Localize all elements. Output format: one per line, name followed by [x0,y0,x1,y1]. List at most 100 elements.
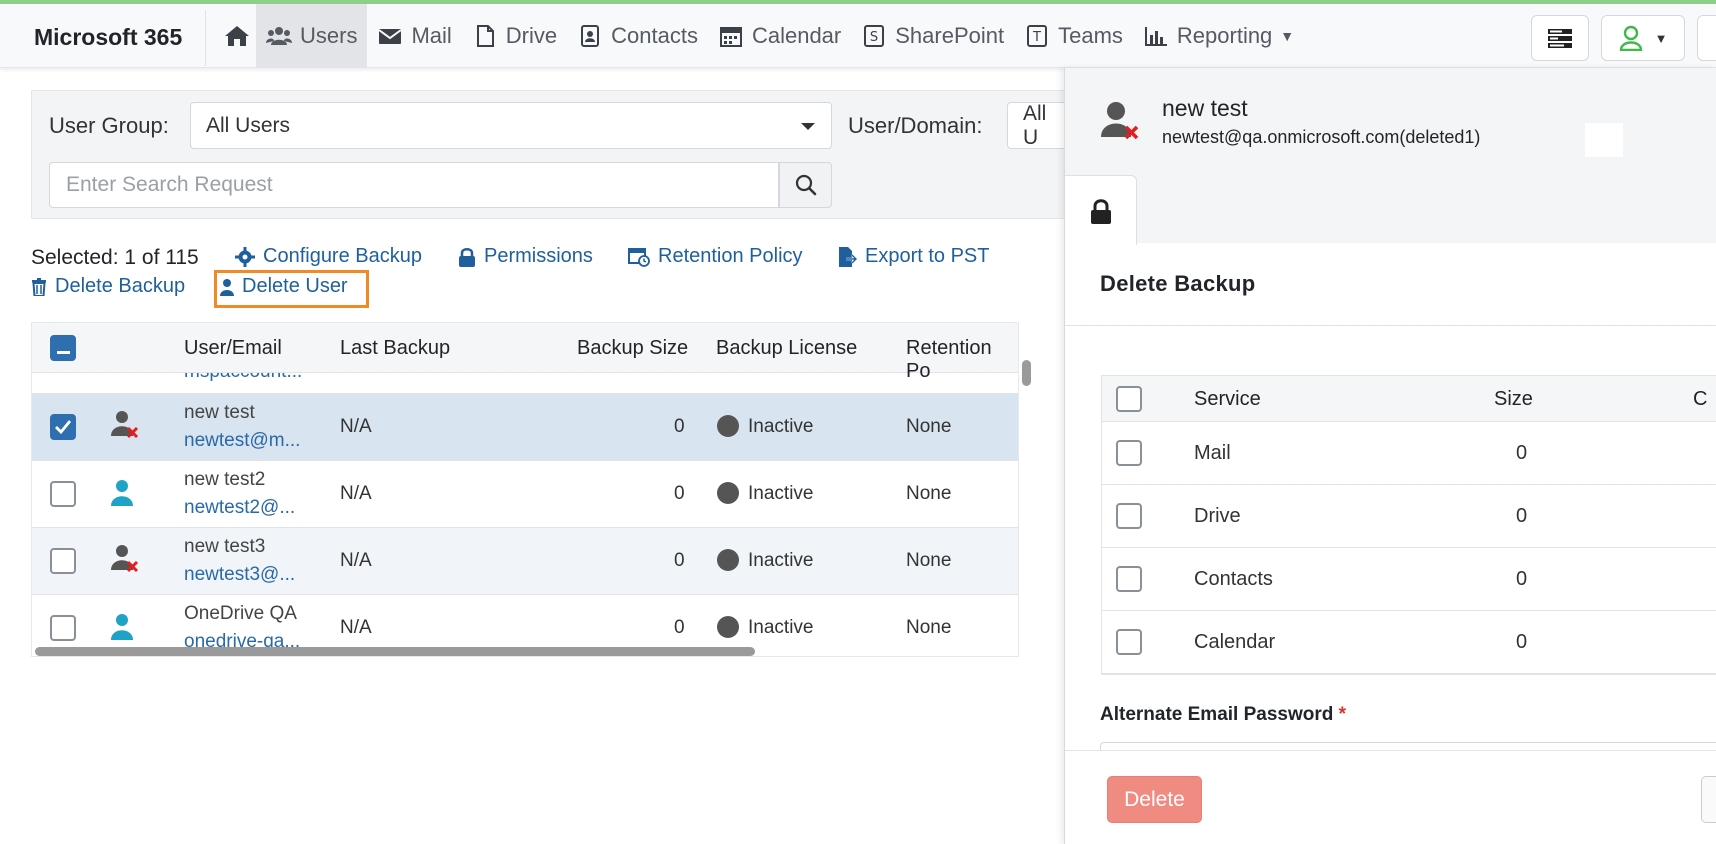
select-all-checkbox[interactable] [50,335,76,361]
col-user-email[interactable]: User/Email [184,337,282,360]
svg-text:T: T [1032,30,1041,45]
row-license: Inactive [748,550,814,571]
table-row[interactable]: new test2 newtest2@... N/A 0 Inactive No… [32,461,1018,528]
nav-menu: Users Mail Drive Contacts Calendar S Sha… [218,4,1304,68]
trash-icon [31,277,47,296]
server-status-button[interactable] [1531,15,1589,61]
bar-chart-icon [1144,27,1167,46]
delete-button[interactable]: Delete [1107,776,1202,823]
delete-backup-link[interactable]: Delete Backup [31,275,185,298]
configure-backup-label: Configure Backup [263,245,422,267]
table-row[interactable]: new test3 newtest3@... N/A 0 Inactive No… [32,528,1018,595]
search-button[interactable] [779,162,832,208]
row-retention: None [906,617,952,638]
service-name: Contacts [1194,568,1273,590]
row-name: new test3 [184,536,266,557]
col-last-backup[interactable]: Last Backup [340,337,450,360]
row-checkbox[interactable] [50,615,76,641]
status-dot-icon [717,616,739,638]
row-license: Inactive [748,483,814,504]
nav-reporting[interactable]: Reporting ▼ [1133,4,1304,68]
export-to-pst-link[interactable]: Export to PST [837,245,990,268]
panel-user-name: new test [1162,95,1248,121]
configure-backup-link[interactable]: Configure Backup [235,245,422,268]
nav-contacts[interactable]: Contacts [567,4,708,68]
service-row[interactable]: Drive 0 [1102,485,1716,548]
service-size: 0 [1516,442,1528,464]
service-checkbox[interactable] [1116,440,1142,466]
nav-reporting-label: Reporting [1176,23,1273,48]
service-row[interactable]: Calendar 0 [1102,611,1716,674]
row-name: OneDrive QA [184,603,297,624]
deleted-user-icon [1101,102,1139,140]
services-select-all-checkbox[interactable] [1116,386,1142,412]
row-backup-size: 0 [674,416,685,437]
row-checkbox[interactable] [50,548,76,574]
vertical-scrollbar[interactable] [1022,360,1031,386]
service-row[interactable]: Mail 0 [1102,422,1716,485]
nav-contacts-label: Contacts [611,23,698,48]
row-email[interactable]: newtest2@... [184,497,295,519]
service-checkbox[interactable] [1116,629,1142,655]
permissions-link[interactable]: Permissions [458,245,593,268]
home-icon [225,26,249,46]
deleted-user-icon [111,545,139,573]
row-email[interactable]: mspaccount... [184,373,302,383]
delete-backup-label: Delete Backup [55,275,186,297]
lock-icon [458,247,476,267]
account-menu-button[interactable]: ▼ [1601,15,1685,61]
service-row[interactable]: Contacts 0 [1102,548,1716,611]
panel-header: new test newtest@qa.onmicrosoft.com(dele… [1065,68,1716,245]
export-file-icon [837,246,857,268]
user-group-select[interactable]: All Users [190,102,832,149]
nav-sharepoint-label: SharePoint [895,23,1005,48]
nav-drive[interactable]: Drive [462,4,567,68]
row-checkbox[interactable] [50,414,76,440]
retention-policy-link[interactable]: Retention Policy [628,245,803,268]
nav-teams-label: Teams [1058,23,1123,48]
panel-title: Delete Backup [1100,271,1256,296]
table-header: User/Email Last Backup Backup Size Backu… [32,323,1018,382]
cancel-button[interactable] [1701,776,1716,823]
tab-lock[interactable] [1065,175,1137,245]
row-backup-size: 0 [674,617,685,638]
alt-email-password-text: Alternate Email Password [1100,704,1334,725]
server-icon [1548,29,1572,48]
service-checkbox[interactable] [1116,503,1142,529]
nav-users[interactable]: Users [256,4,368,68]
brand-title[interactable]: Microsoft 365 [34,24,182,51]
user-domain-select[interactable]: All U [1007,102,1067,149]
row-checkbox[interactable] [50,481,76,507]
permissions-label: Permissions [484,245,593,267]
horizontal-scrollbar[interactable] [35,647,755,656]
row-name: new test [184,402,255,423]
calendar-icon [719,27,742,47]
service-size: 0 [1516,505,1528,527]
nav-mail[interactable]: Mail [367,4,461,68]
nav-users-label: Users [300,23,358,48]
user-group-value: All Users [206,113,291,137]
nav-sharepoint[interactable]: S SharePoint [851,4,1014,68]
table-row[interactable]: new test newtest@m... N/A 0 Inactive Non… [32,394,1018,461]
status-dot-icon [717,482,739,504]
more-button[interactable] [1697,15,1716,61]
row-email[interactable]: newtest@m... [184,430,300,452]
service-checkbox[interactable] [1116,566,1142,592]
caret-down-icon: ▼ [1280,28,1295,44]
row-backup-size: 0 [674,550,685,571]
search-input[interactable]: Enter Search Request [49,162,779,208]
user-icon [111,480,133,506]
col-backup-license[interactable]: Backup License [716,337,857,360]
delete-backup-panel: new test newtest@qa.onmicrosoft.com(dele… [1064,68,1716,844]
file-icon [476,25,494,47]
col-size: Size [1494,388,1533,410]
col-extra: C [1693,388,1708,410]
service-name: Mail [1194,442,1231,464]
nav-teams[interactable]: T Teams [1014,4,1133,68]
svg-text:S: S [870,30,878,45]
col-backup-size[interactable]: Backup Size [577,337,688,360]
nav-calendar[interactable]: Calendar [708,4,851,68]
row-email[interactable]: newtest3@... [184,564,295,586]
row-retention: None [906,550,952,571]
nav-home[interactable] [218,4,256,68]
